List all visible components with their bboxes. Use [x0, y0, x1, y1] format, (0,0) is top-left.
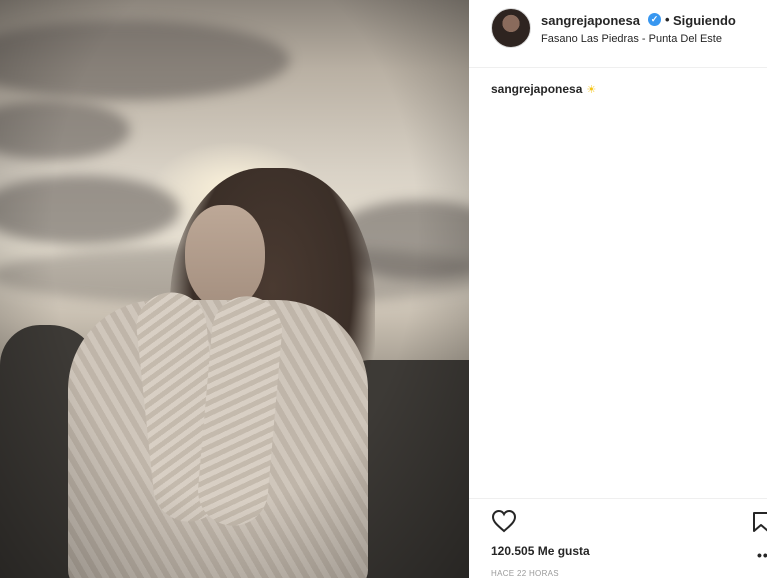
- post-photo[interactable]: [0, 0, 469, 578]
- likes-count[interactable]: 120.505 Me gusta: [491, 544, 590, 558]
- username-link[interactable]: sangrejaponesa: [541, 13, 640, 28]
- bookmark-icon[interactable]: [751, 511, 767, 533]
- more-options-icon[interactable]: •••: [757, 547, 767, 563]
- caption-username-link[interactable]: sangrejaponesa: [491, 82, 582, 96]
- post-timestamp[interactable]: HACE 22 HORAS: [491, 569, 559, 578]
- sun-emoji-icon: ☀: [586, 84, 597, 96]
- verified-badge-icon: ✓: [648, 13, 661, 26]
- post-header: sangrejaponesa ✓ • Siguiendo Fasano Las …: [469, 0, 767, 68]
- location-link[interactable]: Fasano Las Piedras - Punta Del Este: [541, 33, 722, 45]
- post-caption: sangrejaponesa ☀: [491, 82, 596, 96]
- following-button[interactable]: Siguiendo: [673, 13, 736, 28]
- heart-icon[interactable]: [491, 509, 517, 533]
- post-side-panel: sangrejaponesa ✓ • Siguiendo Fasano Las …: [469, 0, 767, 578]
- post-actions: 120.505 Me gusta ••• HACE 22 HORAS: [469, 498, 767, 578]
- avatar[interactable]: [491, 8, 531, 48]
- separator-dot: •: [665, 12, 670, 27]
- photo-vignette: [0, 0, 469, 578]
